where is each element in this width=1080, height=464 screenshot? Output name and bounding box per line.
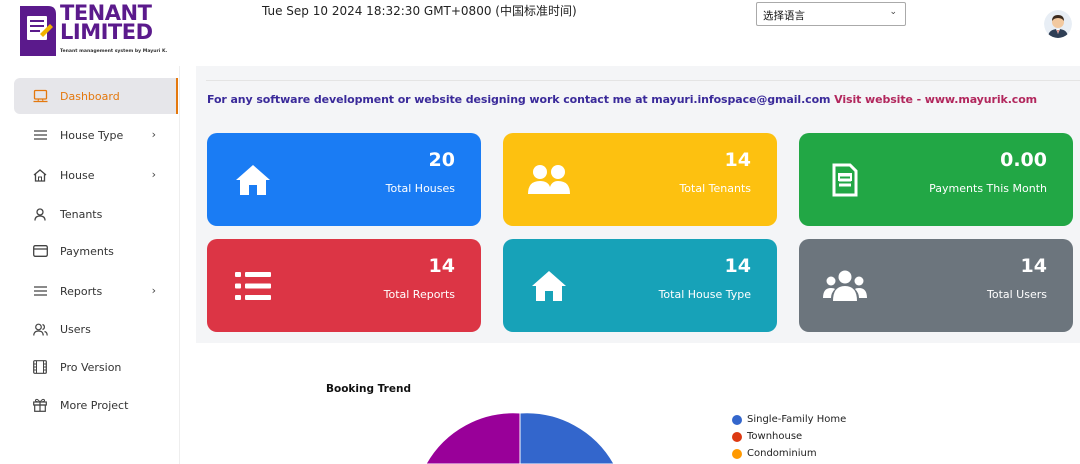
language-select[interactable]: 选择语言 ⌄ <box>756 2 906 26</box>
card-label: Total Houses <box>385 182 455 195</box>
legend-item[interactable]: Condominium <box>732 445 846 462</box>
sidebar-item-users[interactable]: Users <box>14 311 178 347</box>
card-label: Total Tenants <box>679 182 751 195</box>
booking-trend-chart-panel: Booking Trend Single-Family Home Townhou… <box>196 343 1080 464</box>
film-icon <box>32 359 48 375</box>
top-bar: TENANT LIMITED Tenant management system … <box>0 0 1080 66</box>
logo-title: TENANT LIMITED <box>60 1 153 44</box>
sidebar-item-label: Dashboard <box>60 89 120 103</box>
chevron-right-icon: › <box>151 128 156 141</box>
sidebar-item-payments[interactable]: Payments <box>14 233 178 269</box>
sidebar: Dashboard House Type › House › Tenants P… <box>0 66 180 464</box>
legend-label: Single-Family Home <box>747 414 847 425</box>
legend-item[interactable]: Townhouse <box>732 428 846 445</box>
chevron-right-icon: › <box>151 168 156 181</box>
sidebar-item-label: Reports <box>60 284 103 298</box>
legend-dot <box>732 414 742 425</box>
list-icon <box>32 283 48 299</box>
avatar-icon <box>1044 10 1072 38</box>
home-icon <box>231 161 275 199</box>
sidebar-item-pro-version[interactable]: Pro Version <box>14 349 178 385</box>
list-icon <box>32 127 48 143</box>
logo[interactable]: TENANT LIMITED Tenant management system … <box>18 1 188 60</box>
home-icon <box>32 167 48 183</box>
chevron-right-icon: › <box>151 284 156 297</box>
card-total-users[interactable]: 14 Total Users <box>799 239 1073 332</box>
sidebar-item-label: More Project <box>60 398 129 412</box>
sidebar-item-more-project[interactable]: More Project <box>14 387 178 423</box>
users-icon <box>32 321 48 337</box>
card-total-houses[interactable]: 20 Total Houses <box>207 133 481 226</box>
logo-subtitle: Tenant management system by Mayuri K. <box>60 49 168 54</box>
sidebar-item-label: House <box>60 168 95 182</box>
card-value: 14 <box>1020 255 1047 277</box>
sidebar-item-label: Pro Version <box>60 360 122 374</box>
card-total-tenants[interactable]: 14 Total Tenants <box>503 133 777 226</box>
chart-title: Booking Trend <box>326 383 411 395</box>
legend-dot <box>732 448 742 459</box>
sidebar-item-label: Tenants <box>60 207 103 221</box>
users-icon <box>823 267 867 305</box>
current-datetime: Tue Sep 10 2024 18:32:30 GMT+0800 (中国标准时… <box>262 4 577 18</box>
receipt-icon <box>823 161 867 199</box>
card-label: Total Users <box>987 288 1047 301</box>
card-value: 14 <box>428 255 455 277</box>
card-total-reports[interactable]: 14 Total Reports <box>207 239 481 332</box>
chart-legend: Single-Family Home Townhouse Condominium <box>732 411 846 462</box>
divider <box>206 80 1080 81</box>
pie-slice-blue <box>519 413 615 464</box>
legend-label: Condominium <box>747 448 817 459</box>
sidebar-item-label: Users <box>60 322 91 336</box>
card-total-house-type[interactable]: 14 Total House Type <box>503 239 777 332</box>
laptop-icon <box>32 88 48 104</box>
legend-item[interactable]: Single-Family Home <box>732 411 846 428</box>
sidebar-item-dashboard[interactable]: Dashboard <box>14 78 178 114</box>
card-label: Total Reports <box>383 288 455 301</box>
card-value: 0.00 <box>1000 149 1047 171</box>
users-icon <box>527 161 571 199</box>
credit-card-icon <box>32 243 48 259</box>
home-icon <box>527 267 571 305</box>
logo-icon <box>20 6 56 56</box>
card-value: 14 <box>724 149 751 171</box>
card-payments-this-month[interactable]: 0.00 Payments This Month <box>799 133 1073 226</box>
pie-slice-purple <box>425 413 521 464</box>
promo-contact-text: For any software development or website … <box>207 93 831 106</box>
card-label: Total House Type <box>658 288 751 301</box>
sidebar-item-label: Payments <box>60 244 114 258</box>
language-select-value: 选择语言 <box>763 10 805 22</box>
sidebar-item-house[interactable]: House › <box>14 157 178 193</box>
legend-dot <box>732 431 742 442</box>
user-icon <box>32 206 48 222</box>
promo-banner: For any software development or website … <box>207 93 1037 106</box>
gift-icon <box>32 397 48 413</box>
card-value: 20 <box>428 149 455 171</box>
card-value: 14 <box>724 255 751 277</box>
user-avatar[interactable] <box>1044 10 1072 38</box>
sidebar-item-house-type[interactable]: House Type › <box>14 117 178 153</box>
pie-chart <box>425 413 615 464</box>
card-label: Payments This Month <box>929 182 1047 195</box>
list-icon <box>231 267 275 305</box>
promo-website-link[interactable]: Visit website - www.mayurik.com <box>834 93 1037 106</box>
sidebar-item-reports[interactable]: Reports › <box>14 273 178 309</box>
sidebar-item-tenants[interactable]: Tenants <box>14 196 178 232</box>
legend-label: Townhouse <box>747 431 803 442</box>
chevron-down-icon: ⌄ <box>889 7 897 17</box>
sidebar-item-label: House Type <box>60 128 124 142</box>
main-content: For any software development or website … <box>196 66 1080 464</box>
